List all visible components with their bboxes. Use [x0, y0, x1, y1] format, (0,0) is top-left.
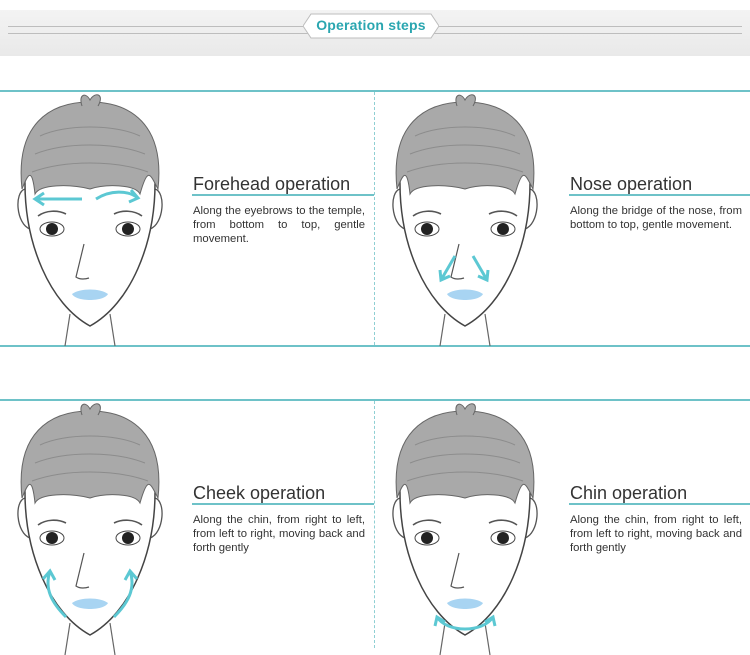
step-title-underline: [192, 194, 374, 196]
step-description: Along the chin, from right to left, from…: [193, 514, 365, 554]
step-card-cheek: Cheek operation Along the chin, from rig…: [0, 401, 375, 655]
face-illustration: [17, 94, 163, 346]
step-title: Chin operation: [570, 483, 688, 503]
step-title-underline: [569, 503, 750, 505]
step-title: Cheek operation: [193, 483, 326, 503]
step-description: Along the bridge of the nose, from botto…: [570, 205, 742, 231]
section-title: Operation steps: [316, 17, 426, 33]
step-description: Along the eyebrows to the temple, from b…: [193, 205, 365, 245]
step-description: Along the chin, from right to left, from…: [570, 514, 742, 554]
step-title-underline: [569, 194, 750, 196]
face-illustration: [392, 403, 538, 655]
section-tab: Operation steps: [303, 12, 439, 42]
step-card-chin: Chin operation Along the chin, from righ…: [375, 401, 750, 655]
face-illustration: [17, 403, 163, 655]
face-illustration: [392, 94, 538, 346]
step-card-nose: Nose operation Along the bridge of the n…: [375, 92, 750, 346]
step-title-underline: [192, 503, 374, 505]
step-card-forehead: Forehead operation Along the eyebrows to…: [0, 92, 375, 346]
step-title: Nose operation: [570, 174, 693, 194]
step-title: Forehead operation: [193, 174, 351, 194]
